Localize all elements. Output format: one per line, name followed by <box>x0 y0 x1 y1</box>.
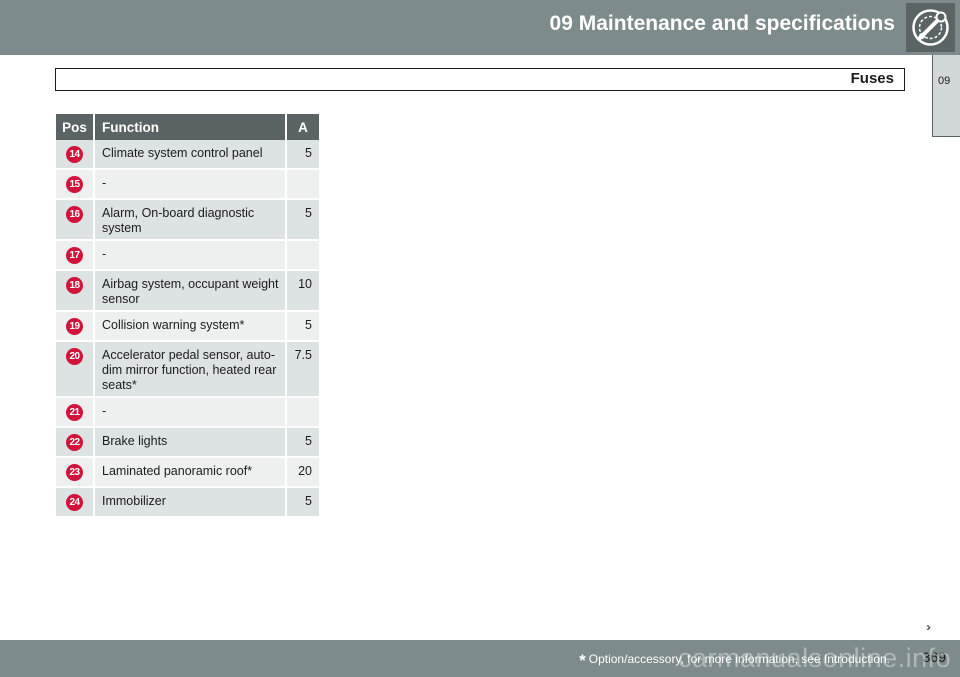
position-cell: 17 <box>56 241 95 271</box>
amperage-cell: 5 <box>287 140 319 170</box>
position-marker: 19 <box>66 318 83 335</box>
position-cell: 14 <box>56 140 95 170</box>
position-marker: 14 <box>66 146 83 163</box>
table-row: 19 Collision warning system* 5 <box>56 312 319 342</box>
table-header-row: Pos Function A <box>56 114 319 140</box>
amperage-cell: 20 <box>287 458 319 488</box>
section-title: Fuses <box>850 70 894 87</box>
position-marker: 24 <box>66 494 83 511</box>
function-cell: Alarm, On-board diagnostic system <box>95 200 287 241</box>
function-cell: Airbag system, occupant weight sensor <box>95 271 287 312</box>
table-row: 20 Accelerator pedal sensor, auto-dim mi… <box>56 342 319 398</box>
table-row: 14 Climate system control panel 5 <box>56 140 319 170</box>
function-cell: Brake lights <box>95 428 287 458</box>
position-marker: 16 <box>66 206 83 223</box>
amperage-cell <box>287 170 319 200</box>
function-cell: - <box>95 241 287 271</box>
position-cell: 23 <box>56 458 95 488</box>
amperage-cell: 7.5 <box>287 342 319 398</box>
table-row: 16 Alarm, On-board diagnostic system 5 <box>56 200 319 241</box>
table-row: 18 Airbag system, occupant weight sensor… <box>56 271 319 312</box>
table-row: 22 Brake lights 5 <box>56 428 319 458</box>
position-marker: 20 <box>66 348 83 365</box>
function-cell: - <box>95 170 287 200</box>
position-cell: 22 <box>56 428 95 458</box>
double-chevron-right-icon[interactable]: ›› <box>926 620 931 634</box>
amperage-cell <box>287 398 319 428</box>
function-cell: Accelerator pedal sensor, auto-dim mirro… <box>95 342 287 398</box>
column-header-function: Function <box>95 114 287 140</box>
column-header-pos: Pos <box>56 114 95 140</box>
function-cell: Climate system control panel <box>95 140 287 170</box>
column-header-amps: A <box>287 114 319 140</box>
watermark: carmanualsonline.info <box>678 643 952 673</box>
position-cell: 24 <box>56 488 95 518</box>
position-marker: 17 <box>66 247 83 264</box>
amperage-cell: 5 <box>287 312 319 342</box>
position-marker: 18 <box>66 277 83 294</box>
chapter-tab[interactable]: 09 <box>932 55 960 137</box>
amperage-cell: 5 <box>287 200 319 241</box>
amperage-cell <box>287 241 319 271</box>
table-row: 17 - <box>56 241 319 271</box>
amperage-cell: 5 <box>287 488 319 518</box>
amperage-cell: 10 <box>287 271 319 312</box>
position-cell: 15 <box>56 170 95 200</box>
section-header: Fuses <box>55 68 905 91</box>
position-cell: 20 <box>56 342 95 398</box>
amperage-cell: 5 <box>287 428 319 458</box>
table-row: 21 - <box>56 398 319 428</box>
position-cell: 19 <box>56 312 95 342</box>
table-row: 15 - <box>56 170 319 200</box>
table-row: 24 Immobilizer 5 <box>56 488 319 518</box>
position-marker: 23 <box>66 464 83 481</box>
function-cell: Collision warning system* <box>95 312 287 342</box>
table-row: 23 Laminated panoramic roof* 20 <box>56 458 319 488</box>
position-marker: 22 <box>66 434 83 451</box>
chapter-tab-label: 09 <box>938 75 951 87</box>
function-cell: Immobilizer <box>95 488 287 518</box>
fuse-table: Pos Function A 14 Climate system control… <box>56 114 319 518</box>
function-cell: Laminated panoramic roof* <box>95 458 287 488</box>
position-marker: 15 <box>66 176 83 193</box>
position-cell: 18 <box>56 271 95 312</box>
position-cell: 16 <box>56 200 95 241</box>
position-marker: 21 <box>66 404 83 421</box>
chapter-title: 09 Maintenance and specifications <box>549 12 895 35</box>
chapter-header-bar: 09 Maintenance and specifications <box>0 0 960 55</box>
wrench-gear-icon <box>906 3 955 52</box>
position-cell: 21 <box>56 398 95 428</box>
footnote-star: * <box>579 651 586 670</box>
function-cell: - <box>95 398 287 428</box>
